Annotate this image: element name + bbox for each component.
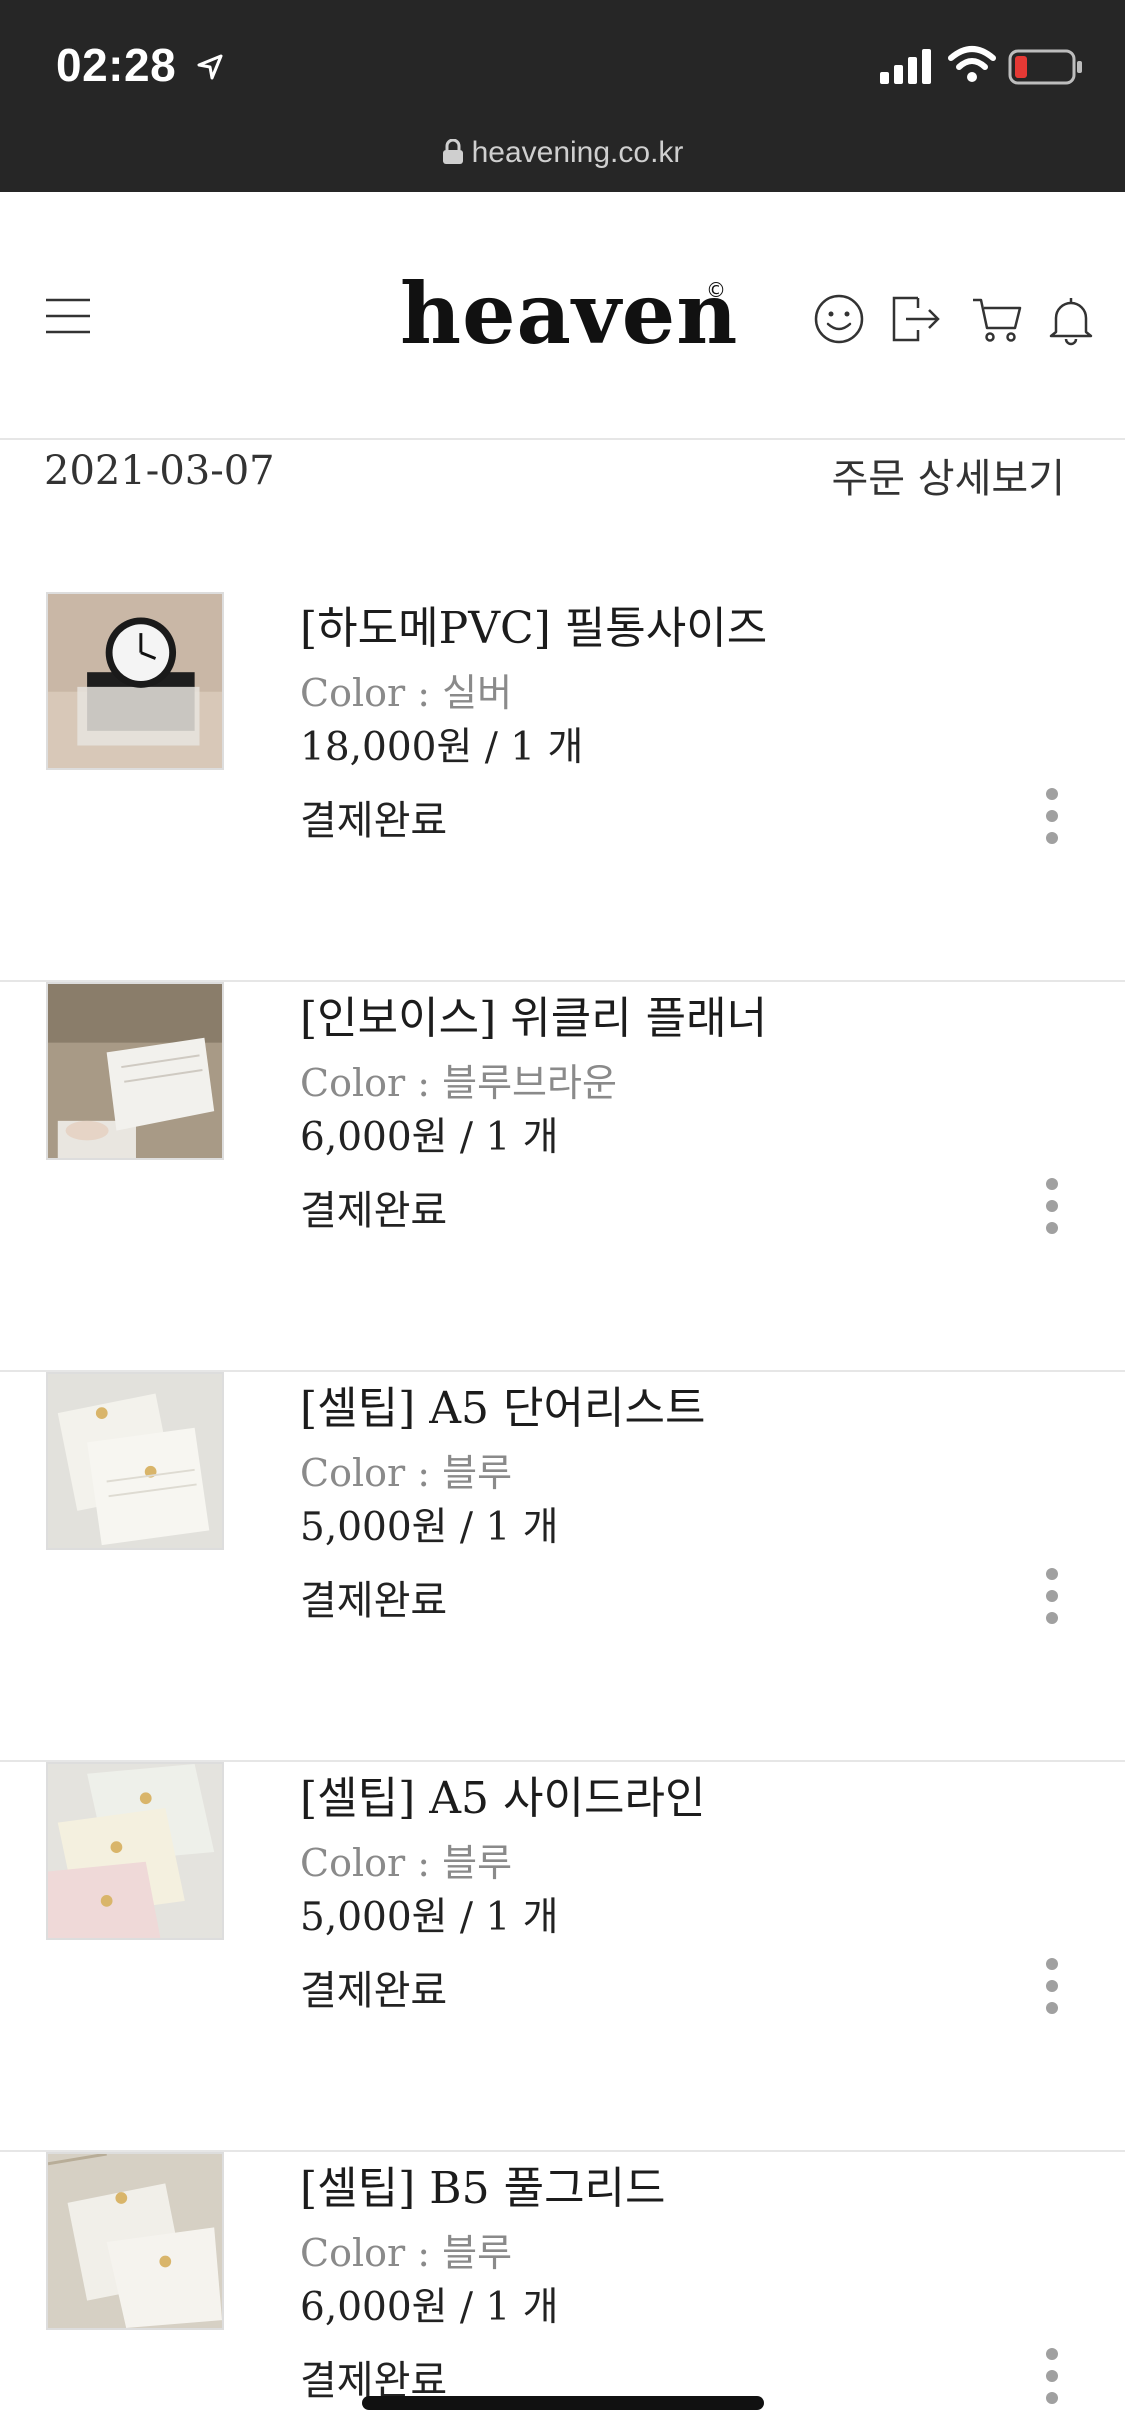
more-options-icon[interactable] [1034, 1568, 1070, 1624]
more-options-icon[interactable] [1034, 1178, 1070, 1234]
a5-wordlist-image [48, 1374, 222, 1548]
weekly-planner-image [48, 984, 222, 1158]
product-color: Color : 블루 [300, 1841, 513, 1885]
product-price: 5,000원 / 1 개 [300, 1505, 559, 1550]
product-color: Color : 블루 [300, 1451, 513, 1495]
notification-bell-icon[interactable] [1044, 292, 1098, 346]
payment-status: 결제완료 [300, 1968, 448, 2014]
hamburger-menu-icon[interactable] [44, 296, 92, 336]
b5-fullgrid-image [48, 2154, 222, 2328]
product-name[interactable]: [셀팁] B5 풀그리드 [300, 2152, 666, 2216]
battery-low-icon [1008, 49, 1082, 85]
a5-sideline-image [48, 1764, 222, 1938]
product-thumbnail[interactable] [46, 2152, 224, 2330]
status-bar: 02:28 heavening.co.kr [0, 0, 1125, 192]
product-price: 6,000원 / 1 개 [300, 1115, 559, 1160]
product-color: Color : 블루 [300, 2231, 513, 2275]
order-item: [셀팁] A5 사이드라인 Color : 블루 5,000원 / 1 개 결제… [0, 1762, 1125, 2152]
product-price: 5,000원 / 1 개 [300, 1895, 559, 1940]
order-item: [셀팁] B5 풀그리드 Color : 블루 6,000원 / 1 개 결제완… [0, 2152, 1125, 2436]
product-name[interactable]: [하도메PVC] 필통사이즈 [300, 592, 767, 656]
product-thumbnail[interactable] [46, 982, 224, 1160]
lock-icon [442, 139, 463, 164]
wifi-icon [948, 46, 996, 82]
order-detail-link[interactable]: 주문 상세보기 [831, 446, 1065, 504]
payment-status: 결제완료 [300, 1188, 448, 1234]
product-name[interactable]: [셀팁] A5 사이드라인 [300, 1762, 705, 1826]
product-name[interactable]: [셀팁] A5 단어리스트 [300, 1372, 705, 1436]
site-header: heaven © [0, 192, 1125, 440]
order-item: [셀팁] A5 단어리스트 Color : 블루 5,000원 / 1 개 결제… [0, 1372, 1125, 1762]
payment-status: 결제완료 [300, 1578, 448, 1624]
product-thumbnail[interactable] [46, 592, 224, 770]
product-price: 18,000원 / 1 개 [300, 725, 584, 770]
product-name[interactable]: [인보이스] 위클리 플래너 [300, 982, 767, 1046]
my-account-smile-icon[interactable] [812, 292, 866, 346]
cart-icon[interactable] [970, 292, 1024, 346]
home-indicator[interactable] [362, 2396, 764, 2410]
product-price: 6,000원 / 1 개 [300, 2285, 559, 2330]
more-options-icon[interactable] [1034, 1958, 1070, 2014]
order-item: [하도메PVC] 필통사이즈 Color : 실버 18,000원 / 1 개 … [0, 592, 1125, 982]
order-date: 2021-03-07 [44, 448, 275, 494]
location-arrow-icon [197, 54, 223, 80]
order-item: [인보이스] 위클리 플래너 Color : 블루브라운 6,000원 / 1 … [0, 982, 1125, 1372]
cellular-signal-icon [880, 49, 931, 84]
logout-icon[interactable] [888, 292, 942, 346]
product-thumbnail[interactable] [46, 1372, 224, 1550]
logo-copyright-mark: © [706, 278, 726, 302]
clock-pencilcase-image [48, 594, 222, 768]
payment-status: 결제완료 [300, 798, 448, 844]
product-color: Color : 블루브라운 [300, 1061, 617, 1105]
more-options-icon[interactable] [1034, 2348, 1070, 2404]
site-logo[interactable]: heaven [400, 264, 738, 363]
status-time: 02:28 [56, 39, 177, 91]
address-bar[interactable]: heavening.co.kr [0, 136, 1125, 170]
more-options-icon[interactable] [1034, 788, 1070, 844]
product-color: Color : 실버 [300, 671, 513, 715]
product-thumbnail[interactable] [46, 1762, 224, 1940]
url-text: heavening.co.kr [471, 136, 684, 169]
